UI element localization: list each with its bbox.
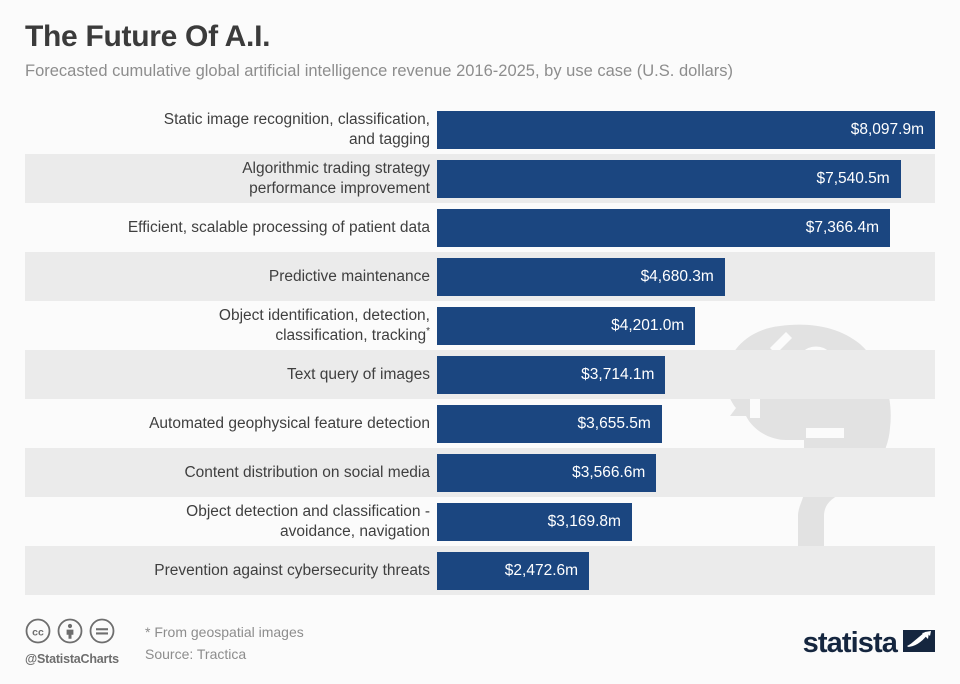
row-label-line: Algorithmic trading strategy [242, 160, 430, 178]
chart-row: Text query of images $3,714.1m [0, 350, 960, 399]
bar-container: $4,680.3m [437, 257, 725, 296]
bar[interactable]: $3,169.8m [437, 502, 632, 541]
chart-row: Object identification, detection, classif… [0, 301, 960, 350]
row-label-line: Automated geophysical feature detection [149, 414, 430, 432]
no-derivatives-equals-icon [89, 618, 115, 649]
bar[interactable]: $8,097.9m [437, 110, 935, 149]
chart-row: Prevention against cybersecurity threats… [0, 546, 960, 595]
page-title: The Future Of A.I. [25, 20, 271, 53]
row-label-line: Prevention against cybersecurity threats [154, 561, 430, 579]
bar-container: $7,366.4m [437, 208, 890, 247]
bar-value-label: $3,714.1m [581, 365, 655, 383]
row-label: Efficient, scalable processing of patien… [25, 218, 430, 237]
creative-commons-badges: cc [25, 618, 119, 649]
chart-header: The Future Of A.I. Forecasted cumulative… [25, 20, 935, 81]
bar[interactable]: $7,540.5m [437, 159, 901, 198]
bar[interactable]: $4,680.3m [437, 257, 725, 296]
chart-row: Predictive maintenance $4,680.3m [0, 252, 960, 301]
row-label: Content distribution on social media [25, 463, 430, 482]
statista-logo-text: statista [802, 627, 898, 659]
bar[interactable]: $4,201.0m [437, 306, 696, 345]
bar-chart: Static image recognition, classification… [0, 105, 960, 595]
row-label: Automated geophysical feature detection [25, 414, 430, 433]
svg-text:cc: cc [32, 626, 44, 638]
attribution-person-icon [57, 618, 83, 649]
row-label: Object identification, detection, classif… [25, 306, 430, 345]
statista-logo: statista [803, 627, 935, 660]
bar[interactable]: $7,366.4m [437, 208, 890, 247]
bar-value-label: $7,540.5m [816, 169, 890, 187]
infographic-root: The Future Of A.I. Forecasted cumulative… [0, 0, 960, 684]
row-label-line: Object detection and classification - [186, 503, 430, 521]
bar-container: $7,540.5m [437, 159, 901, 198]
row-label-line: and tagging [348, 130, 430, 148]
bar-container: $3,714.1m [437, 355, 666, 394]
statista-swoosh-icon [903, 627, 935, 660]
row-label-line: Predictive maintenance [268, 267, 430, 285]
bar-value-label: $2,472.6m [504, 561, 579, 579]
row-label-line: Efficient, scalable processing of patien… [127, 218, 430, 236]
source-text: Source: Tractica [145, 645, 247, 662]
bar-container: $3,655.5m [437, 404, 662, 443]
bar-container: $3,169.8m [437, 502, 632, 541]
row-label-line: classification, tracking* [275, 325, 430, 344]
chart-row: Static image recognition, classification… [0, 105, 960, 154]
row-label-line: performance improvement [249, 179, 430, 197]
chart-row: Content distribution on social media $3,5… [0, 448, 960, 497]
bar-container: $8,097.9m [437, 110, 935, 149]
footnote-text: * From geospatial images [145, 624, 304, 640]
creative-commons-icon: cc [25, 618, 51, 649]
row-label: Algorithmic trading strategy performance … [25, 159, 430, 198]
bar-container: $4,201.0m [437, 306, 696, 345]
row-label-line: Text query of images [286, 365, 430, 383]
bar-value-label: $3,655.5m [577, 414, 651, 432]
bar[interactable]: $3,566.6m [437, 453, 657, 492]
chart-row: Object detection and classification - avo… [0, 497, 960, 546]
row-label-line: avoidance, navigation [280, 522, 430, 540]
bar-value-label: $3,566.6m [572, 463, 646, 481]
page-subtitle: Forecasted cumulative global artificial … [25, 61, 734, 80]
footer-notes: * From geospatial images Source: Tractic… [145, 622, 304, 665]
bar-container: $3,566.6m [437, 453, 657, 492]
chart-row: Automated geophysical feature detection $… [0, 399, 960, 448]
row-label-line: Static image recognition, classification… [163, 111, 430, 129]
bar-value-label: $8,097.9m [850, 120, 924, 138]
footnote-marker: * [426, 325, 430, 337]
chart-row: Algorithmic trading strategy performance … [0, 154, 960, 203]
row-label: Prevention against cybersecurity threats [25, 561, 430, 580]
bar-container: $2,472.6m [437, 551, 590, 590]
bar[interactable]: $3,655.5m [437, 404, 662, 443]
row-label: Object detection and classification - avo… [25, 502, 430, 541]
row-label: Text query of images [25, 365, 430, 384]
bar-value-label: $4,680.3m [640, 267, 714, 285]
bar[interactable]: $2,472.6m [437, 551, 590, 590]
bar-value-label: $3,169.8m [547, 512, 621, 530]
bar-value-label: $4,201.0m [611, 316, 685, 334]
chart-row: Efficient, scalable processing of patien… [0, 203, 960, 252]
row-label: Predictive maintenance [25, 267, 430, 286]
row-label-line: Content distribution on social media [184, 463, 430, 481]
license-block: cc @StatistaCharts [25, 618, 119, 666]
row-label-line: Object identification, detection, [218, 307, 430, 325]
row-label: Static image recognition, classification… [25, 110, 430, 149]
statista-handle: @StatistaCharts [25, 652, 119, 666]
bar[interactable]: $3,714.1m [437, 355, 666, 394]
bar-value-label: $7,366.4m [805, 218, 879, 236]
chart-footer: cc @StatistaCharts * From geospatial ima… [0, 600, 960, 684]
